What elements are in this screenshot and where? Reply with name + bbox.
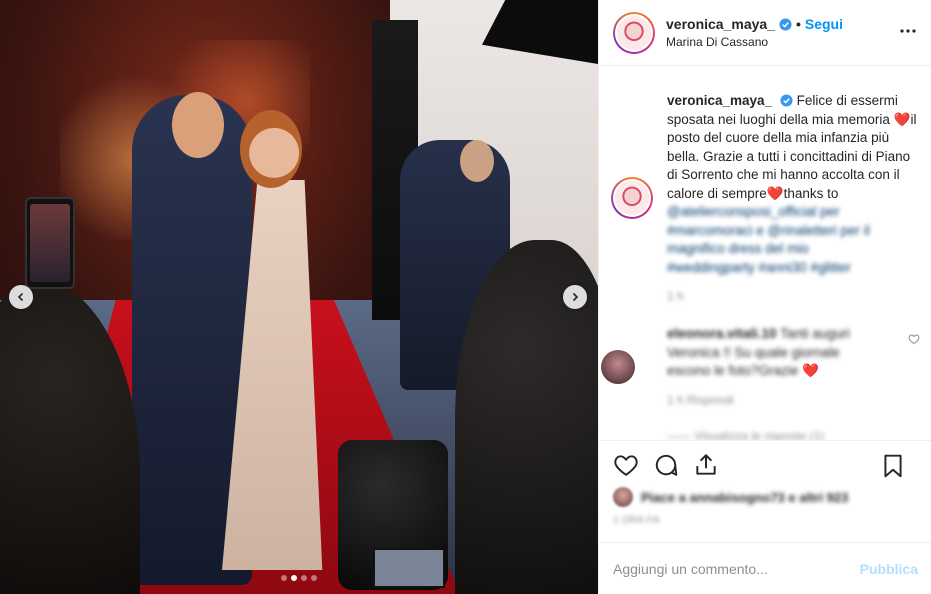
carousel-prev-button[interactable] <box>9 285 33 309</box>
carousel-next-button[interactable] <box>563 285 587 309</box>
bride-head <box>240 110 302 188</box>
heart-emoji: ❤️ <box>893 111 911 127</box>
groom-head <box>172 92 224 158</box>
carousel-dot <box>301 575 307 581</box>
comment-text: Tanti auguri <box>780 326 850 341</box>
heart-icon <box>614 455 638 476</box>
phone-screen <box>30 204 70 282</box>
share-button[interactable] <box>693 452 719 478</box>
post-side-panel: veronica_maya_ • Segui Marina Di Cassano… <box>598 0 931 594</box>
separator: • <box>795 16 801 32</box>
caption-text-3: thanks to <box>783 185 839 201</box>
heart-emoji: ❤️ <box>802 363 819 378</box>
comments-area[interactable]: veronica_maya_ Felice di essermi sposata… <box>599 67 931 440</box>
carousel-dot <box>281 575 287 581</box>
comment-username[interactable]: eleonora.vitali.10 <box>667 326 777 341</box>
comment-text-3: escono le foto?Grazie <box>667 363 799 378</box>
location-link[interactable]: Marina Di Cassano <box>666 35 843 49</box>
chevron-left-icon <box>17 292 24 302</box>
like-button[interactable] <box>613 452 639 478</box>
share-icon <box>696 454 716 475</box>
save-button[interactable] <box>880 453 906 479</box>
follow-button[interactable]: Segui <box>805 16 843 32</box>
comment-input[interactable] <box>613 560 860 577</box>
more-options-icon[interactable] <box>899 22 917 40</box>
comment: eleonora.vitali.10 Tanti auguri Veronica… <box>613 303 918 440</box>
story-ring[interactable] <box>613 11 655 54</box>
comment-button[interactable] <box>653 452 679 478</box>
comment-text-2: Veronica !! Su quale giornale <box>667 344 840 360</box>
view-replies[interactable]: —— Visualizza le risposte (1) <box>667 429 918 441</box>
dslr-screen <box>373 548 445 588</box>
chevron-right-icon <box>572 292 579 302</box>
carousel-dot <box>291 575 297 581</box>
heart-emoji: ❤️ <box>766 185 784 201</box>
videographer-head <box>460 140 494 182</box>
post-media[interactable] <box>0 0 598 594</box>
post-header: veronica_maya_ • Segui Marina Di Cassano <box>599 0 931 66</box>
likes-summary[interactable]: Piace a annabisogno73 e altri 923 <box>613 487 918 507</box>
username[interactable]: veronica_maya_ <box>666 16 775 32</box>
post-date: 1 ORA FA <box>613 515 660 526</box>
caption-username[interactable]: veronica_maya_ <box>667 93 772 108</box>
avatar[interactable] <box>615 13 653 52</box>
caption-hashtags-2[interactable]: #weddingparty #anni30 #glitter <box>667 259 918 278</box>
carousel-indicator <box>281 575 317 581</box>
publish-button[interactable]: Pubblica <box>860 561 918 577</box>
caption-timestamp: 1 h <box>667 289 684 303</box>
likes-count[interactable]: Piace a annabisogno73 e altri 923 <box>641 490 848 505</box>
post-actions: Piace a annabisogno73 e altri 923 1 ORA … <box>599 440 931 542</box>
caption-hashtags[interactable]: #marcomoraci e @rinaletteri per il <box>667 222 918 241</box>
liker-avatar <box>613 487 633 507</box>
caption-text-4: magnifico dress del mio <box>667 241 809 256</box>
verified-badge-icon <box>780 94 793 107</box>
comment-icon <box>655 454 678 476</box>
carousel-dot <box>311 575 317 581</box>
caption-mentions[interactable]: @atelierconsposi_official per <box>667 203 918 222</box>
add-comment-bar: Pubblica <box>599 542 931 594</box>
caption: veronica_maya_ Felice di essermi sposata… <box>613 67 918 303</box>
comment-meta[interactable]: 1 h Rispondi <box>667 393 918 407</box>
verified-badge-icon <box>779 17 792 31</box>
bookmark-icon <box>884 454 902 478</box>
